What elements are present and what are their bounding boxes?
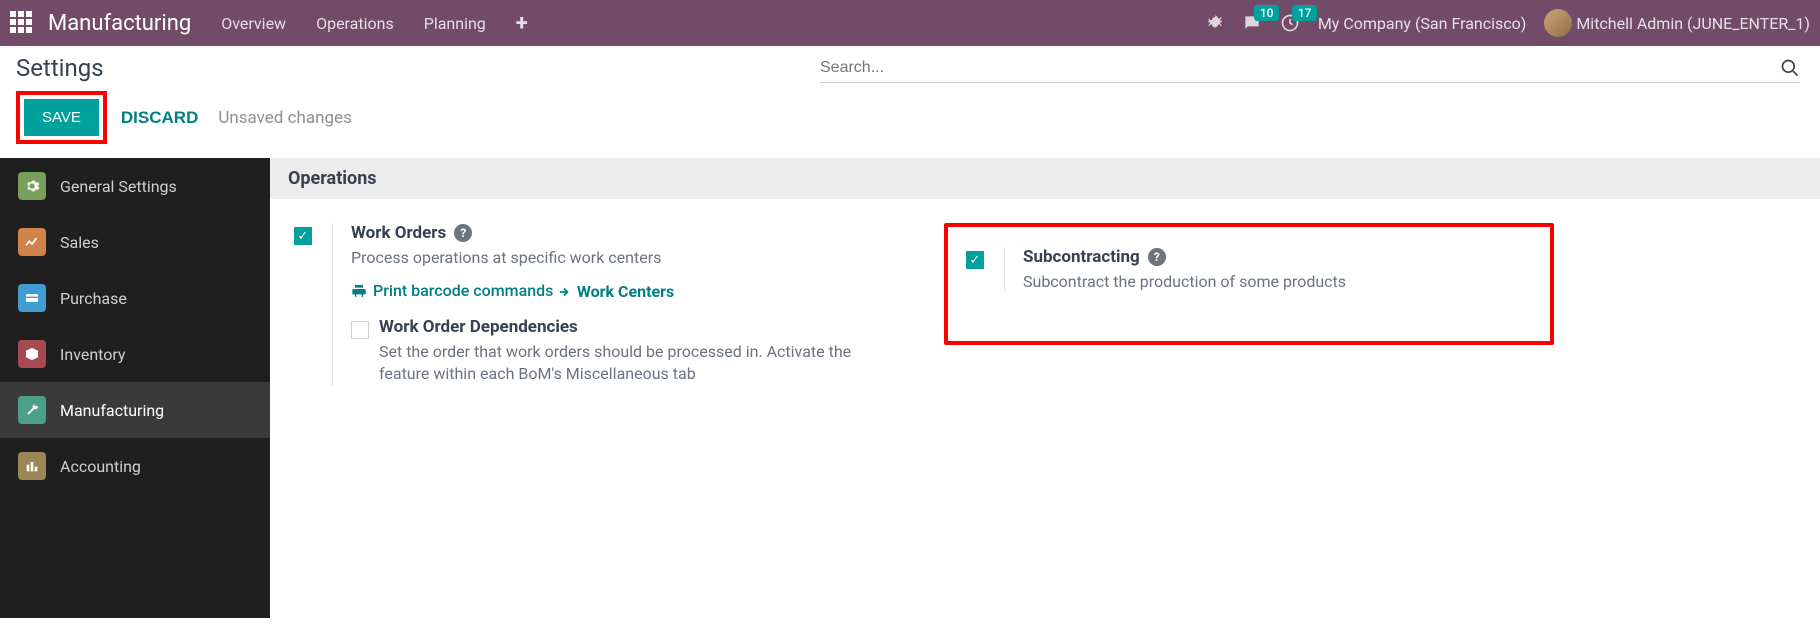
sidebar-item-manufacturing[interactable]: Manufacturing xyxy=(0,382,270,438)
header-row: Settings xyxy=(0,46,1820,83)
link-print-barcode[interactable]: Print barcode commands xyxy=(351,281,553,300)
search-icon[interactable] xyxy=(1780,58,1800,78)
sidebar-item-accounting[interactable]: Accounting xyxy=(0,438,270,494)
sidebar-item-general-settings[interactable]: General Settings xyxy=(0,158,270,214)
topbar-right: 10 17 My Company (San Francisco) Mitchel… xyxy=(1206,9,1810,37)
subcontracting-highlight: ✓ Subcontracting ? Subcontract the produ… xyxy=(944,223,1554,345)
page-title: Settings xyxy=(16,54,104,82)
box-icon xyxy=(18,340,46,368)
main: General Settings Sales Purchase Inventor… xyxy=(0,158,1820,618)
arrow-right-icon xyxy=(557,285,571,299)
setting-desc: Process operations at specific work cent… xyxy=(351,247,904,269)
print-icon xyxy=(351,283,367,299)
setting-work-orders: ✓ Work Orders ? Process operations at sp… xyxy=(294,223,904,386)
settings-sidebar: General Settings Sales Purchase Inventor… xyxy=(0,158,270,618)
setting-subcontracting-wrap: ✓ Subcontracting ? Subcontract the produ… xyxy=(944,223,1554,386)
help-icon[interactable]: ? xyxy=(454,224,472,242)
section-title: Operations xyxy=(270,158,1820,199)
wrench-icon xyxy=(18,396,46,424)
dep-title: Work Order Dependencies xyxy=(379,317,904,337)
bug-icon[interactable] xyxy=(1206,14,1224,32)
top-menu: Overview Operations Planning + xyxy=(221,11,528,36)
settings-body: ✓ Work Orders ? Process operations at sp… xyxy=(270,199,1820,410)
apps-icon[interactable] xyxy=(10,11,34,35)
sidebar-item-label: Sales xyxy=(60,233,99,252)
menu-planning[interactable]: Planning xyxy=(424,14,486,33)
sidebar-item-sales[interactable]: Sales xyxy=(0,214,270,270)
content: Operations ✓ Work Orders ? Process opera… xyxy=(270,158,1820,618)
app-brand[interactable]: Manufacturing xyxy=(48,11,191,36)
card-icon xyxy=(18,284,46,312)
messages-badge: 10 xyxy=(1254,5,1280,21)
search-input[interactable] xyxy=(820,59,1780,77)
activities-badge: 17 xyxy=(1292,5,1318,21)
help-icon[interactable]: ? xyxy=(1148,248,1166,266)
discard-button[interactable]: DISCARD xyxy=(121,108,198,128)
top-navbar: Manufacturing Overview Operations Planni… xyxy=(0,0,1820,46)
save-button[interactable]: SAVE xyxy=(24,99,99,136)
user-menu[interactable]: Mitchell Admin (JUNE_ENTER_1) xyxy=(1544,9,1810,37)
menu-overview[interactable]: Overview xyxy=(221,14,286,33)
sidebar-item-inventory[interactable]: Inventory xyxy=(0,326,270,382)
company-selector[interactable]: My Company (San Francisco) xyxy=(1318,14,1527,33)
checkbox-work-orders[interactable]: ✓ xyxy=(294,227,312,245)
dep-desc: Set the order that work orders should be… xyxy=(379,341,904,386)
sub-setting-dependencies: Work Order Dependencies Set the order th… xyxy=(351,317,904,386)
setting-desc: Subcontract the production of some produ… xyxy=(1023,271,1532,293)
checkbox-dependencies[interactable] xyxy=(351,321,369,339)
messages-icon[interactable]: 10 xyxy=(1242,13,1262,33)
menu-operations[interactable]: Operations xyxy=(316,14,394,33)
gear-icon xyxy=(18,172,46,200)
sidebar-item-label: General Settings xyxy=(60,177,177,196)
sidebar-item-purchase[interactable]: Purchase xyxy=(0,270,270,326)
chart-icon xyxy=(18,228,46,256)
sidebar-item-label: Accounting xyxy=(60,457,141,476)
setting-title: Subcontracting xyxy=(1023,247,1140,267)
sidebar-item-label: Purchase xyxy=(60,289,127,308)
bars-icon xyxy=(18,452,46,480)
search-wrap xyxy=(820,54,1800,83)
status-text: Unsaved changes xyxy=(218,108,352,128)
setting-title: Work Orders xyxy=(351,223,446,243)
avatar xyxy=(1544,9,1572,37)
user-name: Mitchell Admin (JUNE_ENTER_1) xyxy=(1576,14,1810,33)
link-work-centers[interactable]: Work Centers xyxy=(557,282,674,301)
sidebar-item-label: Inventory xyxy=(60,345,126,364)
save-highlight: SAVE xyxy=(16,91,107,144)
actions-row: SAVE DISCARD Unsaved changes xyxy=(0,83,1820,158)
sidebar-item-label: Manufacturing xyxy=(60,401,164,420)
activities-icon[interactable]: 17 xyxy=(1280,13,1300,33)
new-icon[interactable]: + xyxy=(516,11,528,36)
checkbox-subcontracting[interactable]: ✓ xyxy=(966,251,984,269)
